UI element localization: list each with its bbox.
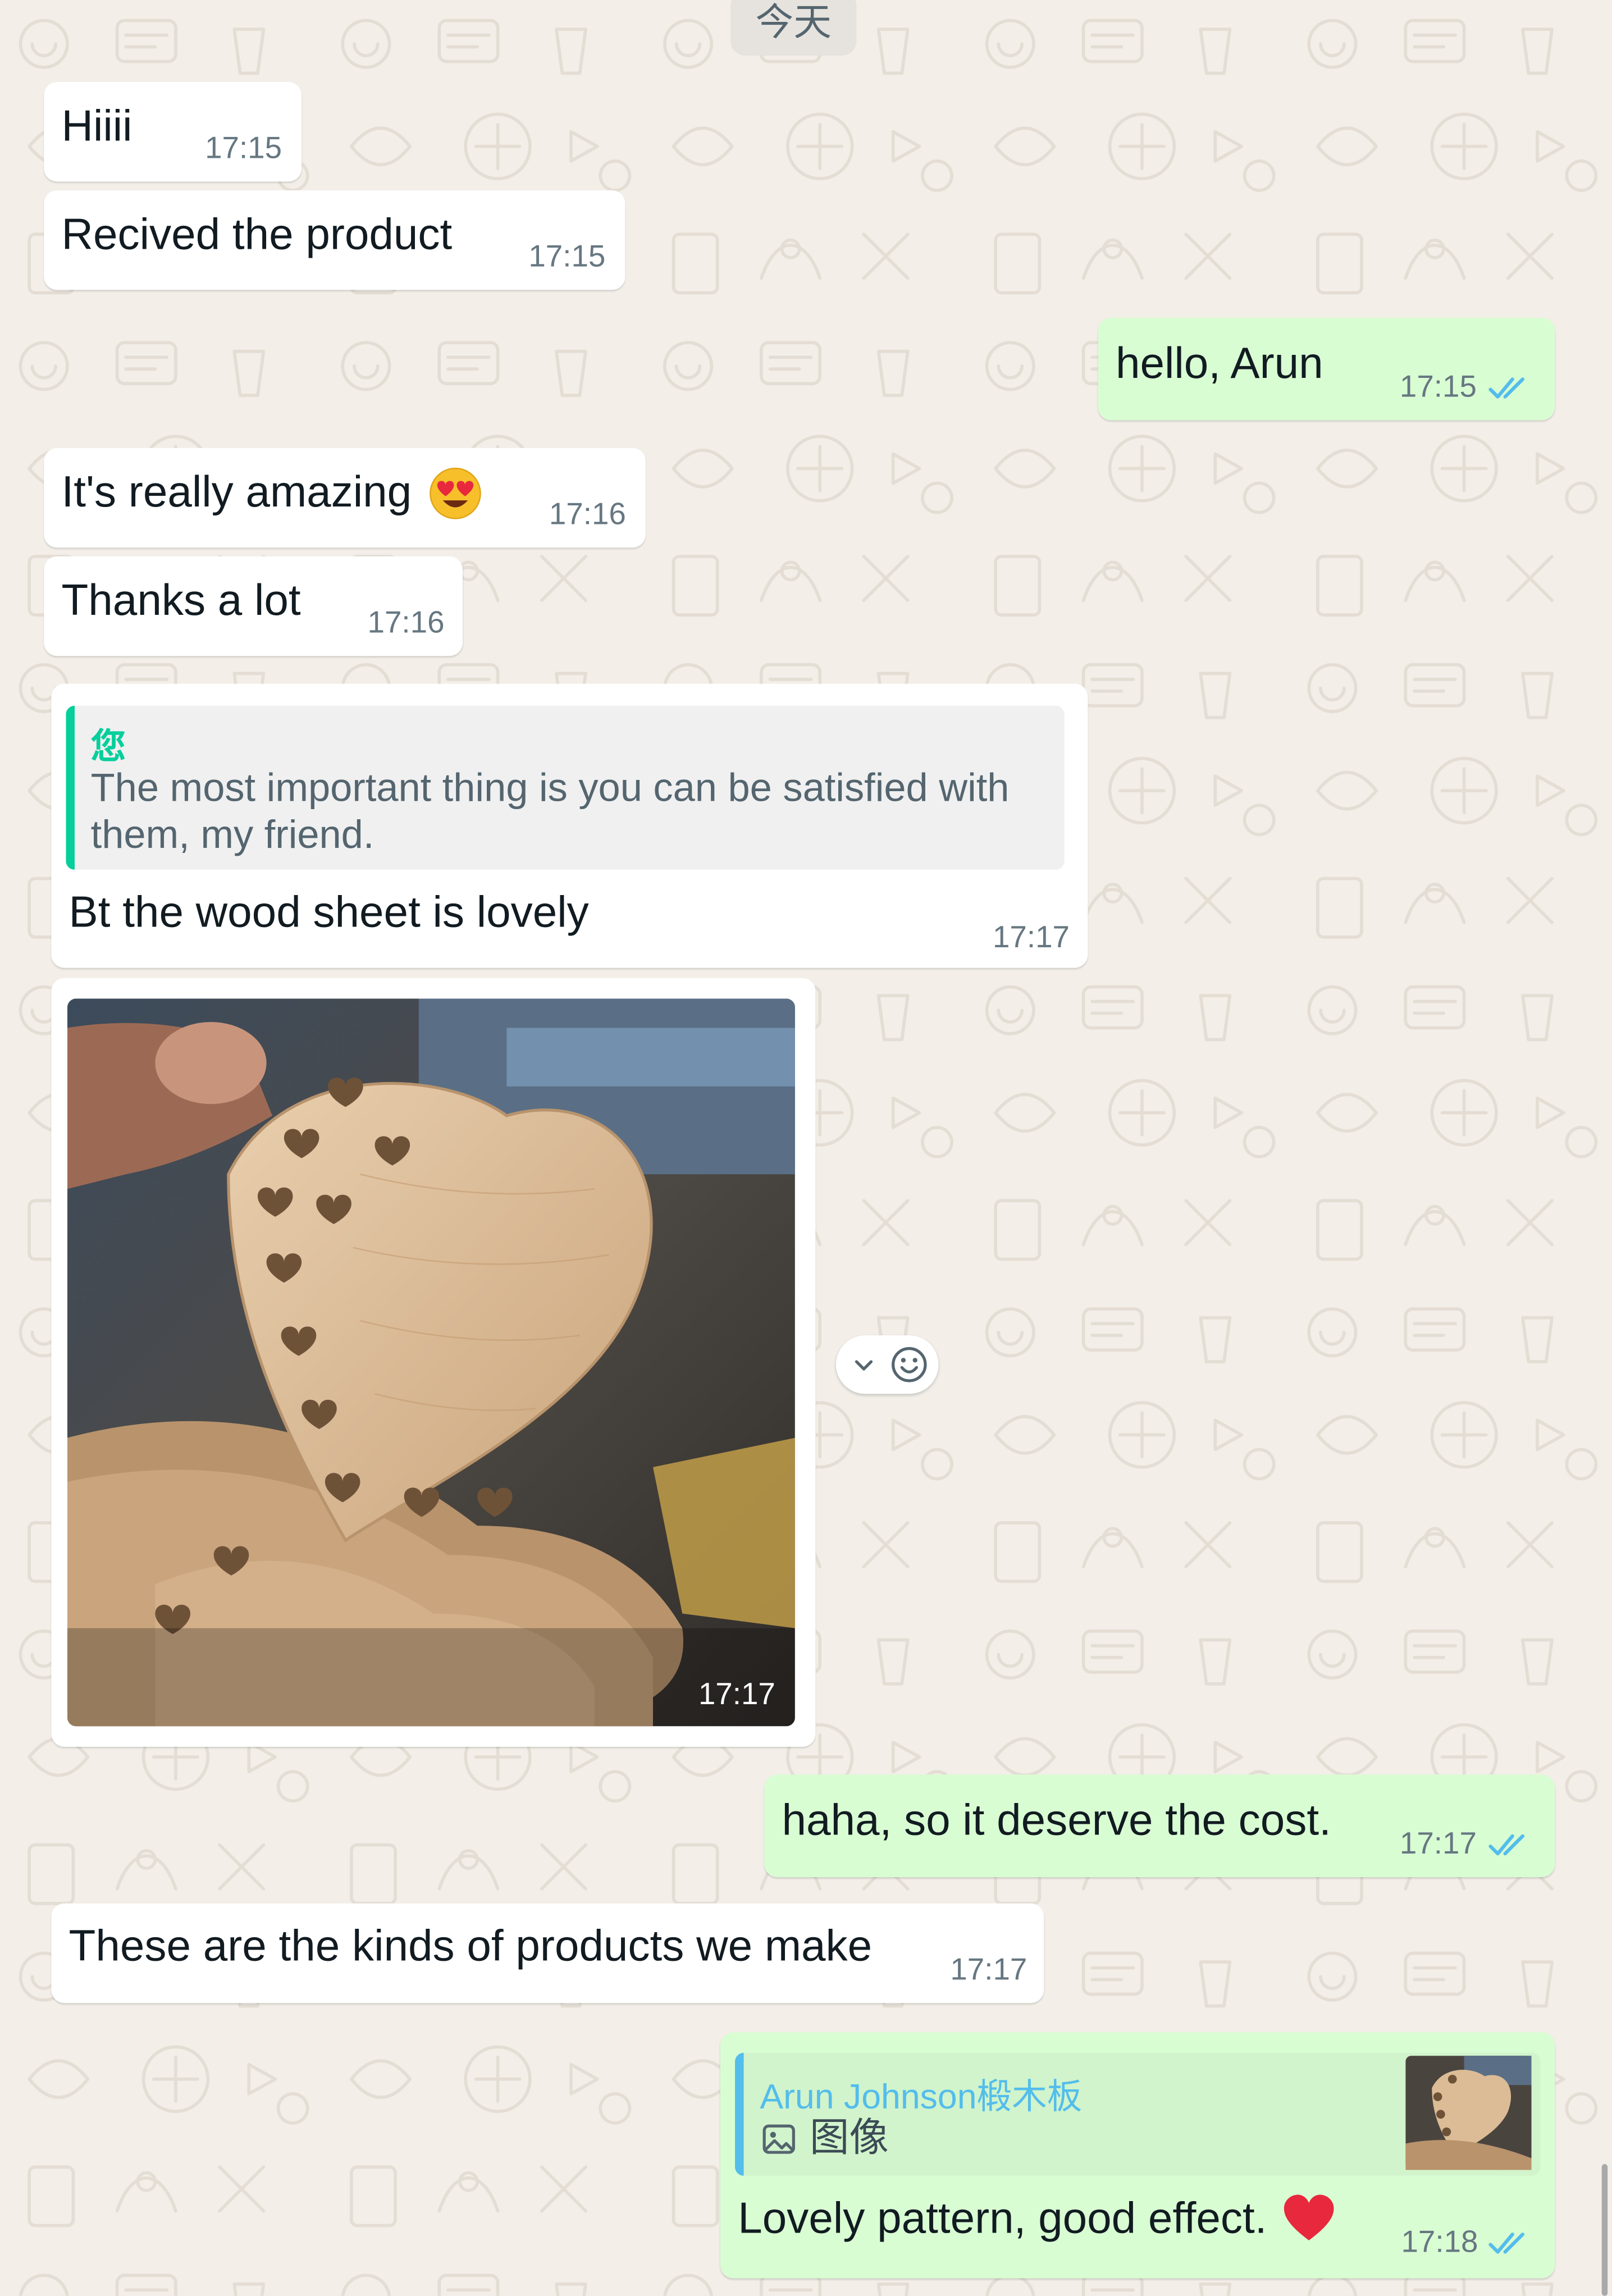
message-text: Recived the product [61, 211, 453, 259]
read-receipt-icon [1488, 377, 1525, 399]
message-text: Bt the wood sheet is lovely [69, 888, 589, 937]
photo-of-laser-cut-wooden-hearts [67, 998, 795, 1727]
message-bubble-incoming[interactable]: It's really amazing 17:16 [44, 448, 646, 548]
chevron-down-icon[interactable] [849, 1350, 878, 1379]
message-bubble-incoming[interactable]: Recived the product 17:15 [44, 190, 625, 290]
quote-text-line: The most important thing is you can be s… [90, 765, 1010, 810]
message-bubble-incoming[interactable]: Thanks a lot 17:16 [44, 556, 463, 656]
message-text: It's really amazing [61, 468, 412, 517]
message-time: 17:18 [1401, 2225, 1478, 2260]
message-bubble-outgoing-reply[interactable]: Arun Johnson椴木板 图像 Lovely pattern, good … [720, 2032, 1555, 2279]
message-time: 17:15 [1399, 370, 1477, 404]
quoted-message[interactable]: 您 The most important thing is you can be… [66, 705, 1065, 870]
quote-author: 您 [90, 727, 126, 768]
message-time: 17:16 [367, 606, 445, 640]
message-text: hello, Arun [1115, 339, 1323, 389]
message-time: 17:16 [549, 497, 626, 532]
chat-scrollbar[interactable] [1601, 2164, 1608, 2296]
message-text: These are the kinds of products we make [69, 1922, 873, 1971]
read-receipt-icon [1488, 2233, 1525, 2254]
message-time: 17:17 [992, 921, 1070, 955]
chat-window: 今天 Hiiii 17:15 Recived the product 17:15… [0, 0, 1612, 2296]
quote-author: Arun Johnson椴木板 [760, 2078, 1083, 2117]
quoted-message[interactable]: Arun Johnson椴木板 图像 [735, 2052, 1541, 2176]
message-text: Hiiii [61, 102, 133, 151]
day-divider: 今天 [730, 0, 857, 56]
heart-eyes-emoji [430, 467, 481, 519]
message-time: 17:17 [1399, 1827, 1477, 1861]
message-bubble-incoming[interactable]: Hiiii 17:15 [44, 82, 302, 182]
message-bubble-outgoing[interactable]: hello, Arun 17:15 [1098, 317, 1555, 421]
red-heart-emoji [1284, 2194, 1334, 2240]
quote-media-label: 图像 [810, 2115, 889, 2160]
message-time: 17:15 [205, 131, 282, 166]
message-bubble-incoming-image[interactable]: 17:17 [51, 978, 816, 1747]
message-bubble-incoming[interactable]: These are the kinds of products we make … [51, 1903, 1044, 2003]
message-bubble-outgoing[interactable]: haha, so it deserve the cost. 17:17 [764, 1774, 1555, 1877]
message-text: Thanks a lot [61, 577, 301, 626]
message-time: 17:17 [950, 1953, 1028, 1987]
message-hover-actions [835, 1335, 939, 1394]
message-text: Lovely pattern, good effect. [738, 2194, 1267, 2243]
quote-text-line: them, my friend. [90, 812, 375, 857]
message-bubble-incoming-reply[interactable]: 您 The most important thing is you can be… [51, 683, 1088, 968]
image-icon [762, 2124, 795, 2154]
emoji-reaction-icon[interactable] [889, 1344, 930, 1385]
wooden-heart-thumbnail [1405, 2056, 1532, 2170]
message-text: haha, so it deserve the cost. [782, 1796, 1331, 1845]
message-time: 17:15 [528, 240, 606, 274]
message-photo[interactable]: 17:17 [67, 998, 795, 1727]
read-receipt-icon [1488, 1834, 1525, 1856]
photo-time-overlay: 17:17 [698, 1678, 775, 1712]
